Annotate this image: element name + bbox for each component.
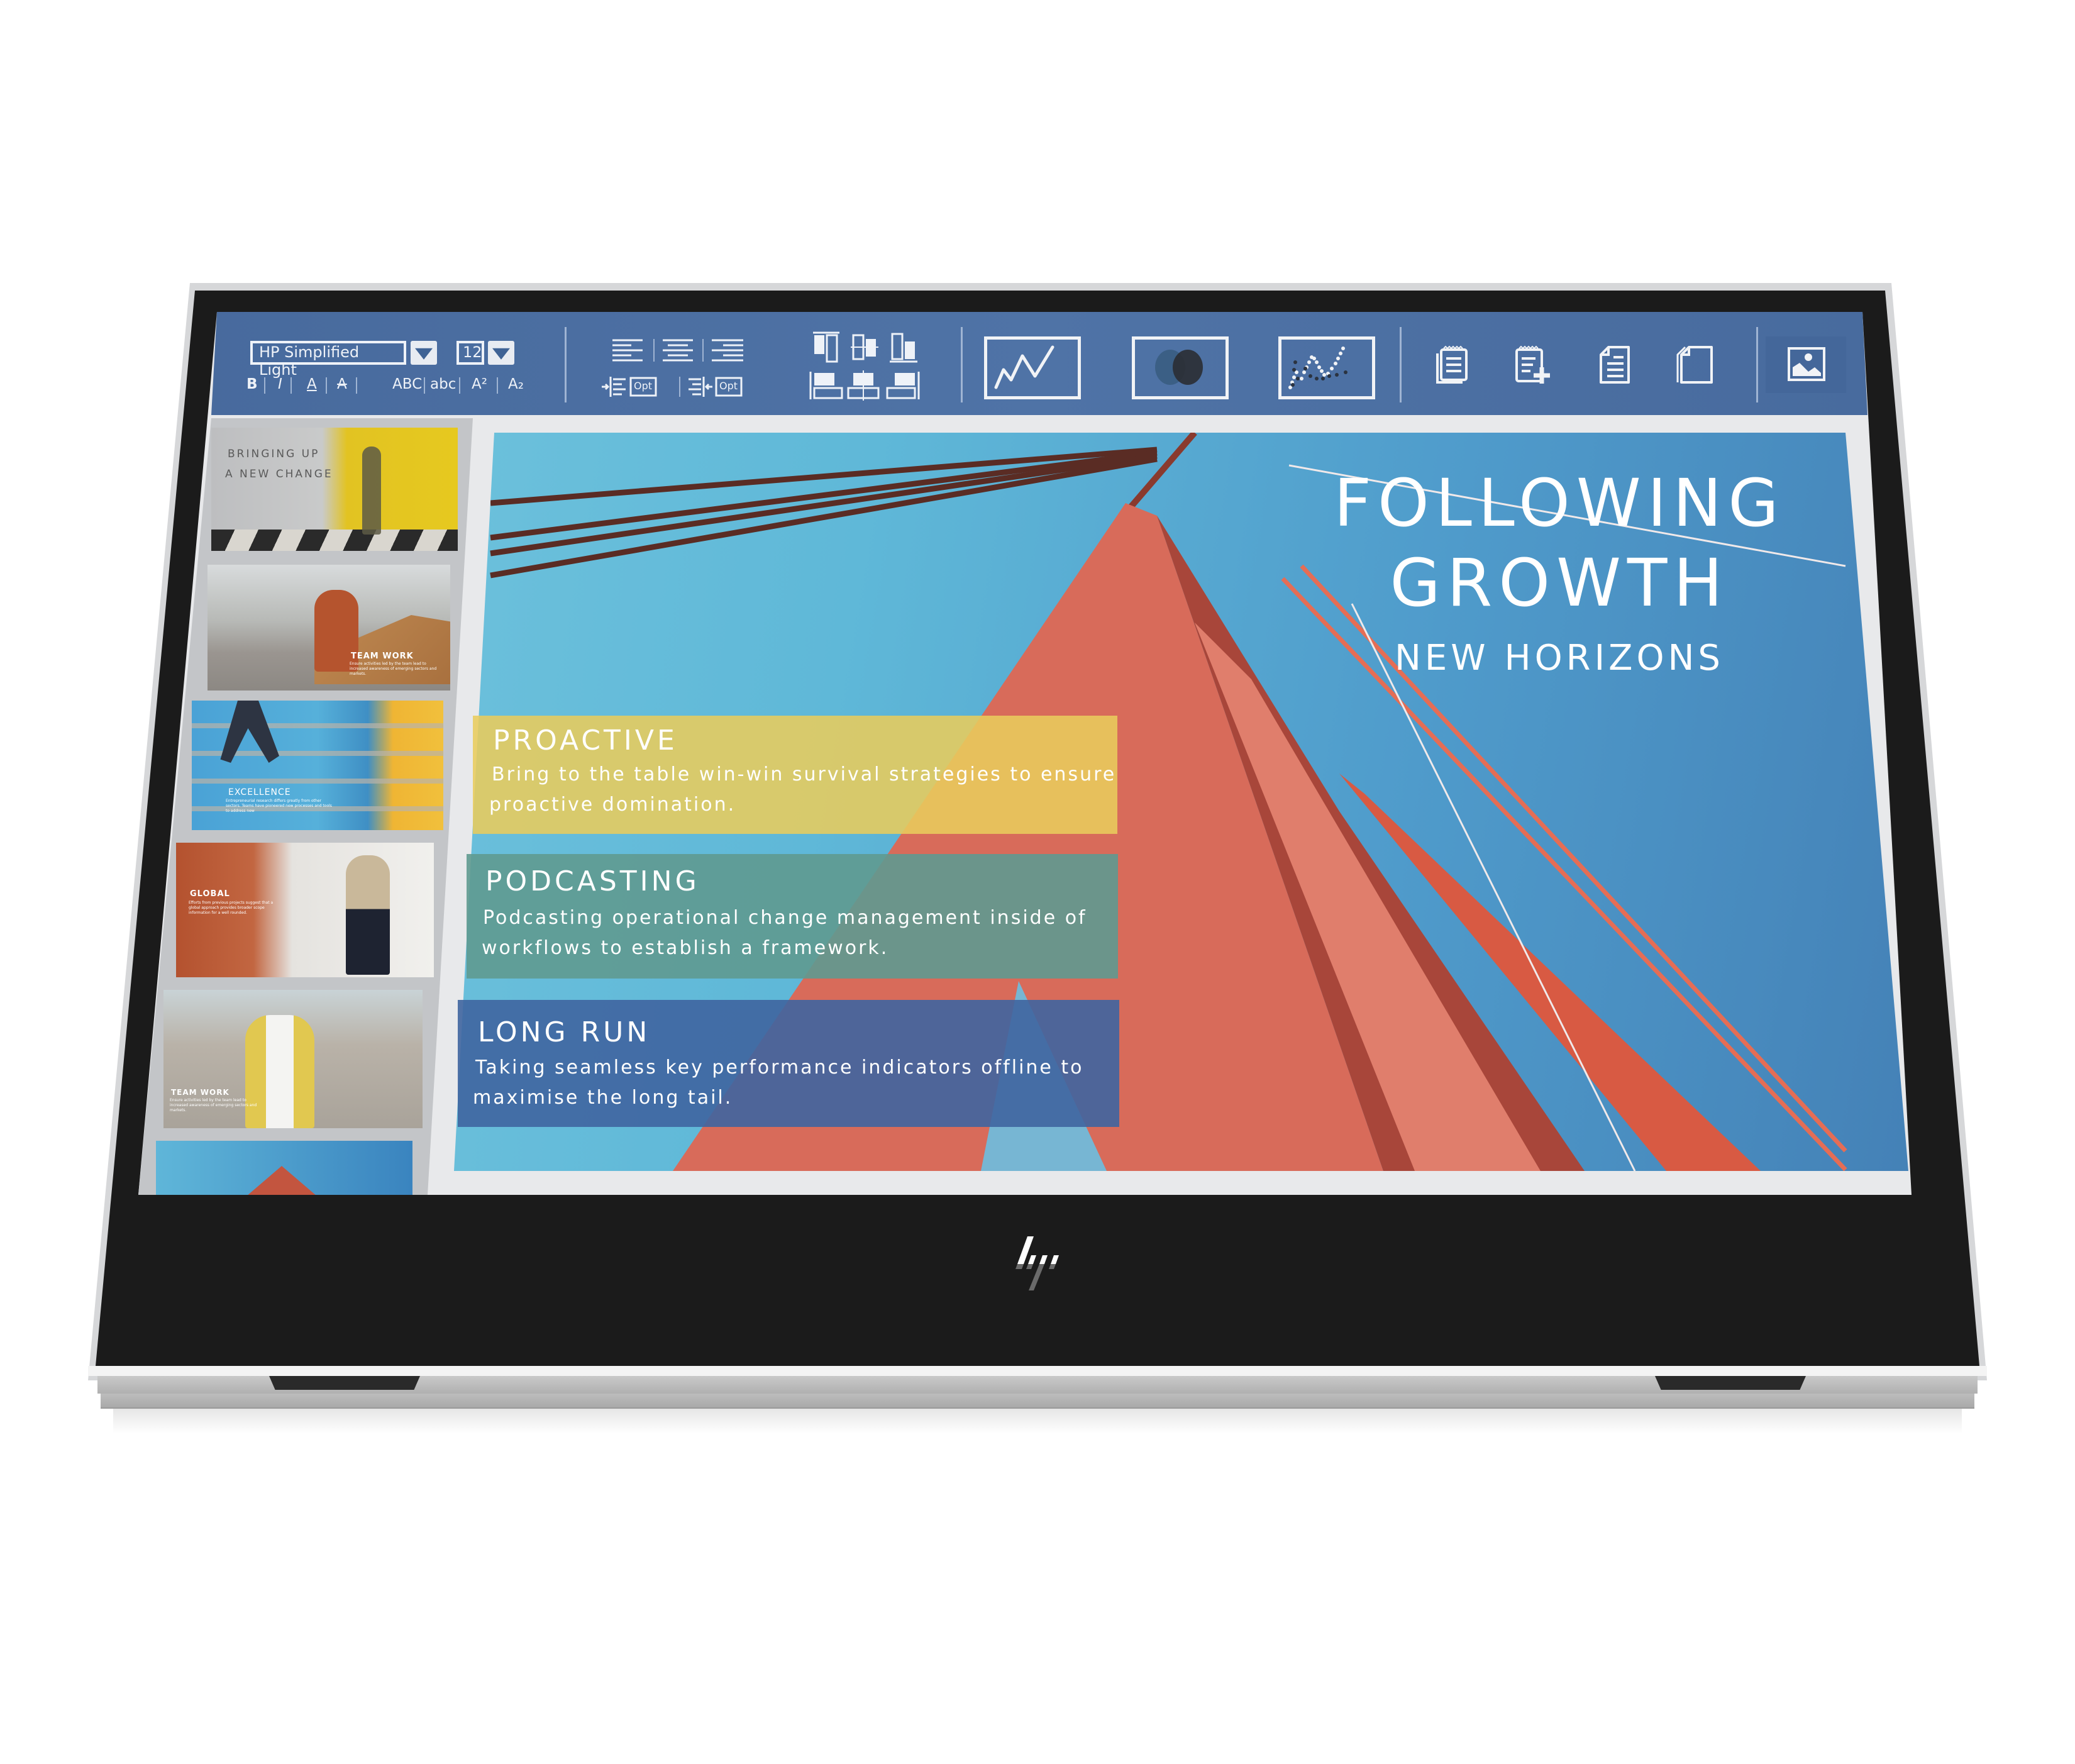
section-body: Podcasting operational change management… [483,907,1087,929]
section-body: maximise the long tail. [473,1087,733,1109]
section-title: PODCASTING [485,865,700,897]
slide-title-line-1: FOLLOWING [1334,465,1785,541]
section-body: Bring to the table win-win survival stra… [492,763,1117,785]
section-proactive: PROACTIVE Bring to the table win-win sur… [473,716,1117,834]
section-title: LONG RUN [478,1016,651,1048]
section-body: proactive domination. [489,794,736,816]
section-long-run: LONG RUN Taking seamless key performance… [458,1000,1119,1127]
slide-title-line-2: GROWTH [1390,545,1729,621]
slide-subtitle: NEW HORIZONS [1395,638,1724,679]
section-podcasting: PODCASTING Podcasting operational change… [467,854,1118,979]
section-body: workflows to establish a framework. [482,937,889,959]
section-title: PROACTIVE [493,724,678,757]
section-body: Taking seamless key performance indicato… [475,1057,1084,1079]
